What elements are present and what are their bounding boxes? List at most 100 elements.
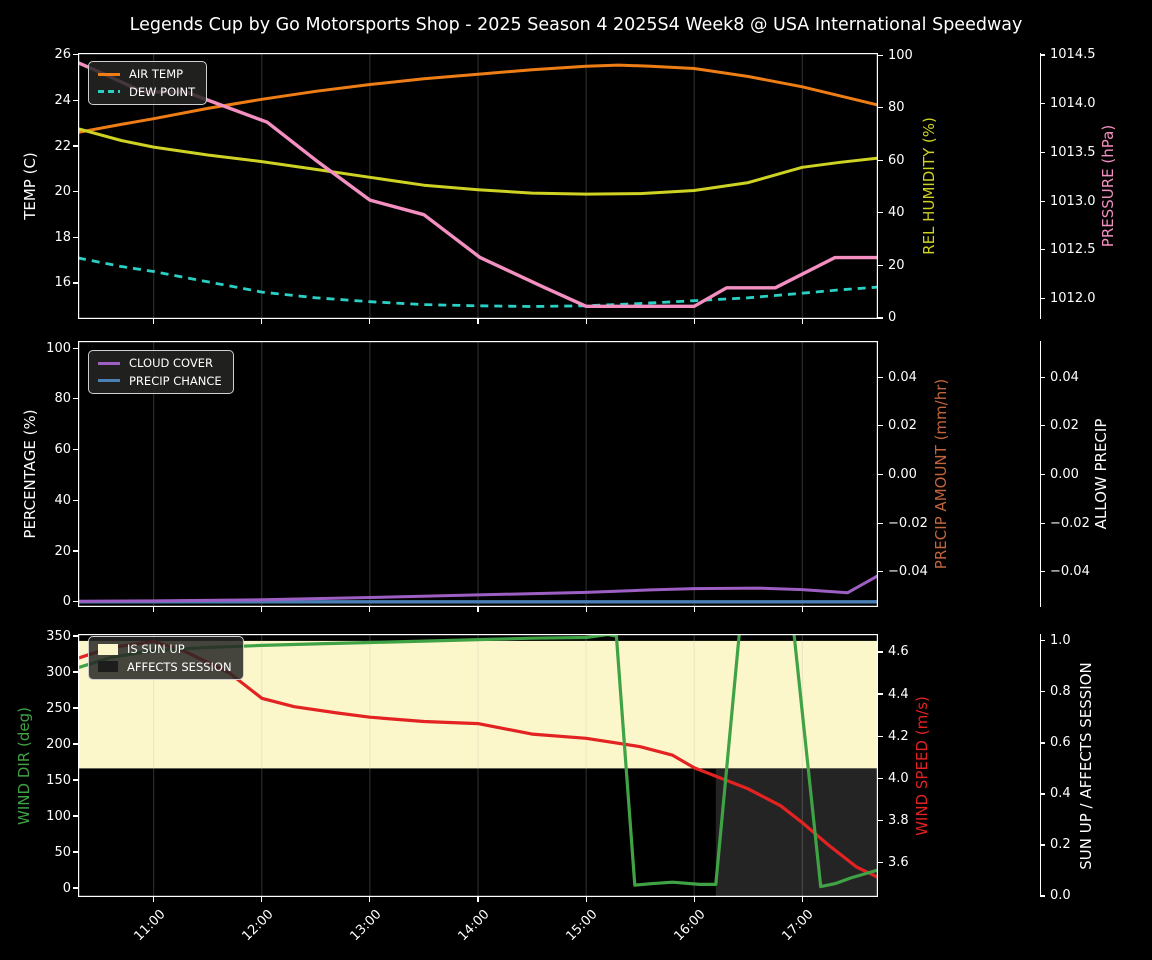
y-tick-mark (878, 317, 883, 319)
y-tick-mark (878, 425, 883, 427)
legend-item: DEW POINT (98, 84, 196, 99)
y-tick-label: 20 (888, 257, 905, 273)
x-tick-mark (693, 897, 695, 902)
y-tick-label: 1013.5 (1050, 144, 1096, 160)
y-tick-mark (73, 635, 78, 637)
y-tick-mark (1040, 249, 1045, 251)
legend-swatch-patch (98, 643, 118, 655)
y-tick-mark (73, 347, 78, 349)
y-tick-mark (73, 54, 78, 56)
y-tick-label: 1012.0 (1050, 291, 1096, 307)
y-tick-mark (73, 550, 78, 552)
y-tick-mark (878, 777, 883, 779)
panel-temp-humidity-pressure-left-axis-label: TEMP (C) (21, 152, 39, 220)
y-tick-label: 16 (54, 275, 71, 291)
y-tick-mark (878, 735, 883, 737)
y-tick-label: 4.6 (888, 644, 909, 660)
y-tick-mark (878, 522, 883, 524)
y-tick-mark (73, 236, 78, 238)
y-tick-label: 18 (54, 229, 71, 245)
legend-item: IS SUN UP (98, 643, 232, 656)
y-tick-label: 40 (888, 205, 905, 221)
y-tick-mark (878, 571, 883, 573)
x-tick-label: 11:00 (131, 907, 169, 945)
y-tick-mark (73, 851, 78, 853)
y-tick-mark (878, 473, 883, 476)
y-tick-label: 0.04 (1050, 369, 1079, 385)
y-tick-mark (73, 671, 78, 673)
x-tick-mark (153, 897, 155, 902)
legend-swatch-patch (98, 661, 118, 673)
y-tick-label: 60 (888, 152, 905, 168)
x-tick-label: 14:00 (455, 907, 493, 945)
y-tick-label: 100 (46, 340, 71, 356)
x-tick-label: 15:00 (563, 907, 601, 945)
panel-cloud-precip-legend: CLOUD COVER PRECIP CHANCE (88, 350, 234, 395)
x-tick-mark (261, 607, 263, 612)
x-tick-label: 16:00 (671, 907, 709, 945)
x-tick-mark (153, 319, 155, 324)
y-tick-mark (1040, 297, 1045, 300)
x-tick-mark (369, 607, 371, 612)
panel-wind-sun-right1-axis-label: WIND SPEED (m/s) (913, 695, 931, 836)
x-tick-mark (477, 607, 479, 612)
y-tick-label: 4.2 (888, 728, 909, 744)
y-tick-label: 50 (54, 844, 71, 860)
x-tick-mark (801, 319, 803, 324)
legend-label: AIR TEMP (129, 67, 184, 81)
y-tick-mark (73, 743, 78, 745)
y-tick-label: 0.02 (888, 418, 917, 434)
y-tick-label: 0 (888, 310, 897, 326)
y-tick-label: 1014.0 (1050, 96, 1096, 112)
y-tick-mark (878, 212, 883, 214)
x-tick-mark (369, 319, 371, 324)
panel-wind-sun-left-axis-label: WIND DIR (deg) (15, 706, 33, 825)
y-tick-label: 24 (54, 92, 71, 108)
x-tick-mark (261, 319, 263, 324)
y-tick-label: 0.6 (1050, 735, 1071, 751)
panel-temp-humidity-pressure-legend: AIR TEMP DEW POINT (88, 61, 208, 106)
y-tick-label: 1014.5 (1050, 47, 1096, 63)
y-tick-label: 300 (46, 664, 71, 680)
x-tick-mark (261, 897, 263, 902)
y-tick-label: 100 (888, 47, 913, 63)
y-tick-mark (73, 707, 78, 709)
y-tick-label: 0 (62, 880, 71, 896)
panel-cloud-precip-left-axis-label: PERCENTAGE (%) (21, 409, 39, 539)
y-tick-label: 1013.0 (1050, 193, 1096, 209)
legend-label: PRECIP CHANCE (129, 373, 222, 388)
y-tick-mark (1040, 376, 1045, 378)
y-tick-mark (878, 693, 883, 695)
y-tick-mark (73, 601, 78, 603)
legend-label: DEW POINT (129, 84, 196, 99)
y-tick-mark (1040, 571, 1045, 573)
y-tick-mark (1040, 103, 1045, 105)
y-tick-label: 0.00 (1050, 466, 1079, 482)
x-tick-mark (693, 607, 695, 612)
legend-swatch-line (98, 379, 120, 383)
weather-forecast-figure: Legends Cup by Go Motorsports Shop - 202… (0, 0, 1152, 960)
legend-swatch-line (98, 361, 120, 365)
panel-cloud-precip-right1-axis-label: PRECIP AMOUNT (mm/hr) (932, 378, 950, 570)
panel-temp-humidity-pressure-right2-axis-label: PRESSURE (hPa) (1099, 124, 1117, 248)
y-tick-mark (878, 651, 883, 653)
y-tick-label: 1.0 (1050, 633, 1071, 649)
x-tick-mark (801, 897, 803, 902)
x-tick-mark (369, 897, 371, 902)
y-tick-mark (878, 819, 883, 822)
y-tick-mark (1040, 691, 1045, 693)
panel-temp-humidity-pressure-right1-axis-label: REL HUMIDITY (%) (920, 117, 938, 255)
y-tick-label: 350 (46, 628, 71, 644)
y-tick-mark (1040, 844, 1045, 846)
y-tick-label: −0.04 (1050, 564, 1090, 580)
y-tick-mark (73, 448, 78, 451)
y-tick-label: 22 (54, 138, 71, 154)
y-tick-mark (73, 398, 78, 400)
y-tick-label: 26 (54, 47, 71, 63)
y-tick-mark (1040, 425, 1045, 427)
y-tick-mark (1040, 473, 1045, 476)
chart-title: Legends Cup by Go Motorsports Shop - 202… (129, 15, 1023, 35)
y-tick-label: 3.6 (888, 855, 909, 871)
panel-wind-sun-right2-axis-label: SUN UP / AFFECTS SESSION (1077, 661, 1095, 870)
y-tick-label: 20 (54, 543, 71, 559)
